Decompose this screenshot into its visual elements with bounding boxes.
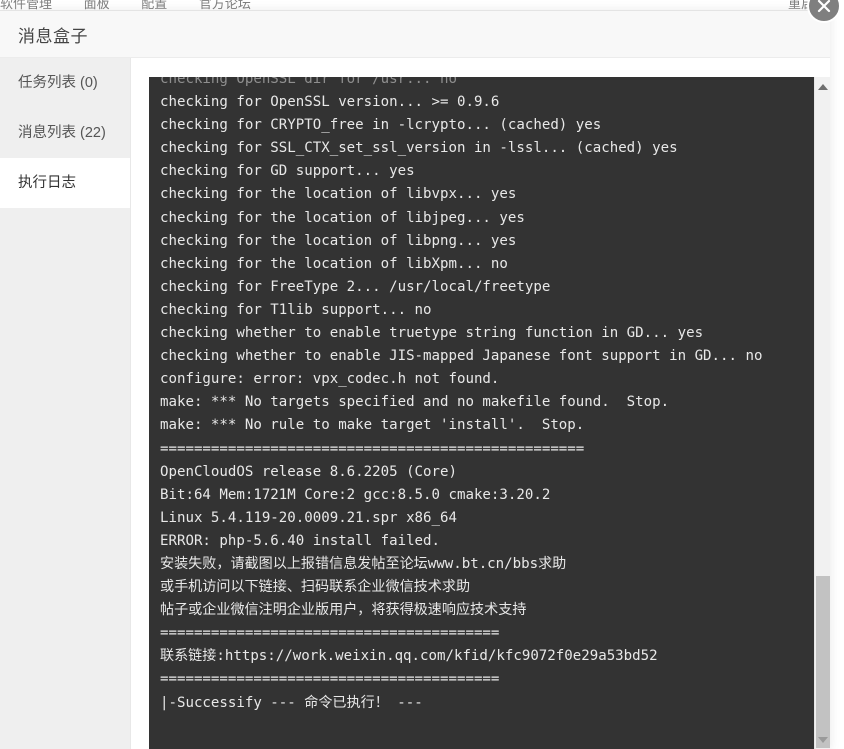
page-title: 消息盒子 bbox=[18, 27, 88, 46]
terminal-line: ======================================== bbox=[160, 671, 500, 688]
terminal-line: ERROR: php-5.6.40 install failed. bbox=[160, 532, 441, 549]
terminal-line: ========================================… bbox=[160, 440, 585, 457]
terminal-line: 或手机访问以下链接、扫码联系企业微信技术求助 bbox=[160, 579, 471, 596]
terminal-line: ======================================== bbox=[160, 625, 500, 642]
terminal-line: make: *** No rule to make target 'instal… bbox=[160, 417, 585, 434]
sidebar: 任务列表 (0) 消息列表 (22) 执行日志 bbox=[0, 58, 131, 749]
sidebar-item-execution-log[interactable]: 执行日志 bbox=[0, 158, 130, 208]
terminal-line: 安装失败，请截图以上报错信息发帖至论坛www.bt.cn/bbs求助 bbox=[160, 555, 567, 572]
terminal-viewport[interactable]: checking OpenSSL dir for /usr... no check… bbox=[149, 77, 814, 749]
terminal-line-clipped: checking OpenSSL dir for /usr... no bbox=[160, 77, 457, 87]
sidebar-item-message-list[interactable]: 消息列表 (22) bbox=[0, 108, 130, 158]
terminal-line: checking for the location of libjpeg... … bbox=[160, 209, 525, 226]
terminal-output: checking OpenSSL dir for /usr... no check… bbox=[149, 77, 814, 715]
scroll-up-button[interactable] bbox=[815, 79, 831, 95]
scroll-thumb[interactable] bbox=[816, 576, 830, 748]
terminal-line: checking for the location of libpng... y… bbox=[160, 232, 517, 249]
terminal-line: Linux 5.4.119-20.0009.21.spr x86_64 bbox=[160, 509, 457, 526]
close-icon bbox=[817, 0, 831, 13]
triangle-up-icon bbox=[818, 84, 828, 90]
terminal-line: checking for the location of libvpx... y… bbox=[160, 186, 517, 203]
terminal-line: checking for the location of libXpm... n… bbox=[160, 255, 508, 272]
dialog-header: 消息盒子 bbox=[0, 11, 830, 58]
log-scrollbar[interactable] bbox=[814, 77, 830, 749]
terminal-line: checking whether to enable truetype stri… bbox=[160, 325, 704, 342]
terminal-line: checking for FreeType 2... /usr/local/fr… bbox=[160, 278, 551, 295]
terminal-line: checking whether to enable JIS-mapped Ja… bbox=[160, 348, 763, 365]
terminal-line: checking for OpenSSL version... >= 0.9.6 bbox=[160, 94, 500, 111]
triangle-down-icon bbox=[818, 737, 828, 743]
terminal-line: checking for GD support... yes bbox=[160, 163, 415, 180]
terminal-line: 帖子或企业微信注明企业版用户，将获得极速响应技术支持 bbox=[160, 602, 527, 619]
terminal-line: make: *** No targets specified and no ma… bbox=[160, 394, 670, 411]
terminal-line: checking for CRYPTO_free in -lcrypto... … bbox=[160, 117, 602, 134]
terminal-line: 联系链接:https://work.weixin.qq.com/kfid/kfc… bbox=[160, 648, 658, 665]
message-box-screen: 软件管理 面板 配置 官方论坛 重启 消息盒子 任务列表 (0) 消息列表 (2… bbox=[0, 0, 844, 749]
sidebar-item-task-list[interactable]: 任务列表 (0) bbox=[0, 58, 130, 108]
terminal-line: |-Successify --- 命令已执行！ --- bbox=[160, 694, 423, 711]
terminal-line: Bit:64 Mem:1721M Core:2 gcc:8.5.0 cmake:… bbox=[160, 486, 551, 503]
scroll-down-button[interactable] bbox=[815, 732, 831, 748]
message-box-dialog: 消息盒子 任务列表 (0) 消息列表 (22) 执行日志 checking Op… bbox=[0, 0, 841, 749]
terminal-line: OpenCloudOS release 8.6.2205 (Core) bbox=[160, 463, 457, 480]
terminal-line: checking for T1lib support... no bbox=[160, 301, 432, 318]
terminal-line: checking for SSL_CTX_set_ssl_version in … bbox=[160, 140, 678, 157]
log-content-panel: checking OpenSSL dir for /usr... no check… bbox=[131, 58, 830, 749]
terminal-line: configure: error: vpx_codec.h not found. bbox=[160, 371, 500, 388]
dialog-body: 任务列表 (0) 消息列表 (22) 执行日志 checking OpenSSL… bbox=[0, 58, 830, 749]
